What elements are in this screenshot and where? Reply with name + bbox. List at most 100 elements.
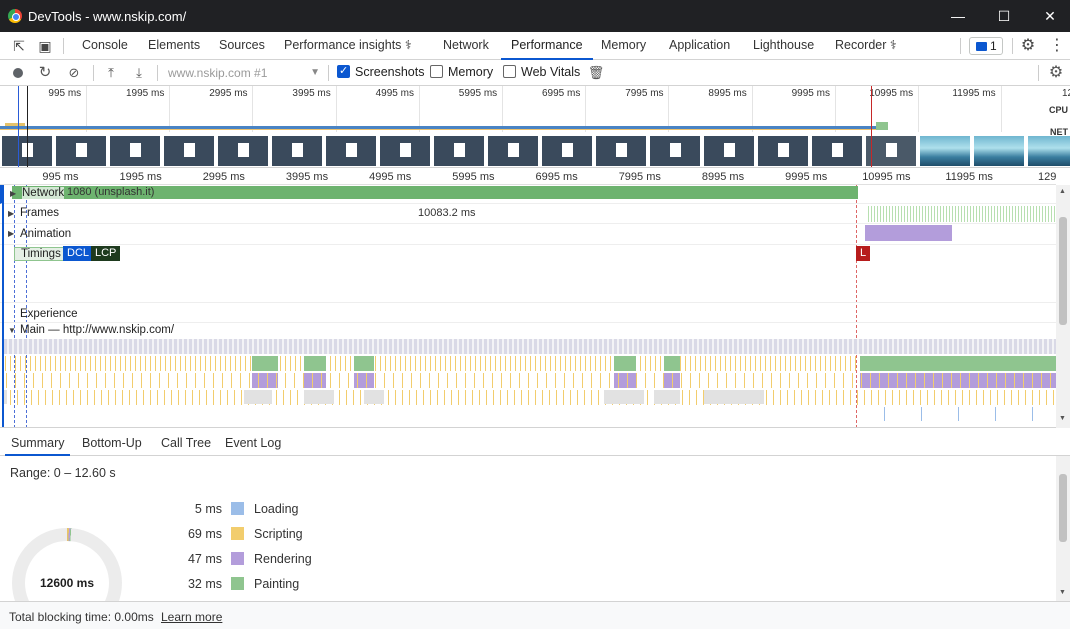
flame-slice[interactable] (415, 356, 416, 371)
flame-slice[interactable] (762, 373, 763, 388)
summary-scroll-thumb[interactable] (1059, 474, 1067, 542)
flame-slice[interactable] (339, 390, 340, 405)
flame-slice[interactable] (892, 390, 893, 405)
flame-slice[interactable] (849, 339, 852, 354)
flame-slice[interactable] (205, 356, 206, 371)
flame-slice[interactable] (780, 390, 781, 405)
timings-track[interactable]: Timings (0, 245, 1056, 303)
flame-slice[interactable] (295, 356, 296, 371)
flame-slice[interactable] (885, 390, 886, 405)
flame-slice[interactable] (389, 339, 392, 354)
flame-slice[interactable] (122, 390, 123, 405)
flame-slice[interactable] (556, 390, 557, 405)
flame-slice[interactable] (474, 373, 475, 388)
flame-slice[interactable] (119, 339, 122, 354)
flame-slice[interactable] (954, 339, 957, 354)
flame-slice[interactable] (409, 390, 410, 405)
flame-slice[interactable] (252, 373, 278, 388)
flame-slice[interactable] (627, 373, 628, 388)
flame-slice[interactable] (789, 373, 790, 388)
flame-slice[interactable] (599, 339, 602, 354)
flame-slice[interactable] (564, 339, 567, 354)
tracks-scrollbar[interactable]: ▲ ▼ (1056, 185, 1070, 428)
flame-slice[interactable] (850, 390, 851, 405)
flame-slice[interactable] (569, 339, 572, 354)
tab-sources[interactable]: Sources (219, 32, 265, 59)
flame-slice[interactable] (240, 356, 241, 371)
garbage-collect-icon[interactable]: 🗑 (587, 64, 605, 82)
flame-slice[interactable] (987, 373, 988, 388)
flame-slice[interactable] (958, 407, 959, 421)
flame-slice[interactable] (170, 356, 171, 371)
flame-slice[interactable] (810, 356, 811, 371)
flame-slice[interactable] (375, 373, 376, 388)
flame-slice[interactable] (213, 373, 214, 388)
flame-slice[interactable] (1005, 373, 1006, 388)
flame-slice[interactable] (690, 373, 691, 388)
flame-slice[interactable] (388, 390, 389, 405)
flame-slice[interactable] (729, 339, 732, 354)
flame-slice[interactable] (1011, 390, 1012, 405)
flame-slice[interactable] (220, 390, 221, 405)
flame-slice[interactable] (55, 356, 56, 371)
flame-slice[interactable] (50, 356, 51, 371)
flame-slice[interactable] (1039, 339, 1042, 354)
flame-slice[interactable] (500, 390, 501, 405)
download-profile-icon[interactable]: ⤓ (130, 64, 148, 82)
flame-slice[interactable] (769, 339, 772, 354)
flame-slice[interactable] (297, 390, 298, 405)
flame-slice[interactable] (490, 356, 491, 371)
flame-slice[interactable] (250, 356, 251, 371)
flame-slice[interactable] (836, 390, 837, 405)
flame-slice[interactable] (40, 356, 41, 371)
flame-slice[interactable] (24, 390, 25, 405)
flame-slice[interactable] (604, 339, 607, 354)
flame-slice[interactable] (681, 373, 682, 388)
flame-slice[interactable] (570, 356, 571, 371)
flame-slice[interactable] (682, 390, 683, 405)
flame-slice[interactable] (339, 373, 340, 388)
flame-slice[interactable] (469, 339, 472, 354)
flame-slice[interactable] (680, 356, 681, 371)
tab-call-tree[interactable]: Call Tree (161, 436, 211, 450)
flame-slice[interactable] (685, 356, 686, 371)
flame-slice[interactable] (335, 356, 336, 371)
flame-slice[interactable] (995, 407, 996, 421)
flame-slice[interactable] (829, 390, 830, 405)
flame-slice[interactable] (609, 373, 610, 388)
tab-performance-insights[interactable]: Performance insights ⚕ (284, 32, 412, 59)
flame-slice[interactable] (539, 339, 542, 354)
close-icon[interactable]: ✕ (1027, 0, 1070, 32)
flame-slice[interactable] (544, 339, 547, 354)
clear-icon[interactable]: ⊘ (65, 64, 83, 82)
flame-slice[interactable] (948, 390, 949, 405)
flame-slice[interactable] (969, 390, 970, 405)
flame-slice[interactable] (189, 339, 192, 354)
flame-slice[interactable] (504, 339, 507, 354)
flame-slice[interactable] (79, 339, 82, 354)
flame-slice[interactable] (344, 339, 347, 354)
flame-slice[interactable] (430, 356, 431, 371)
flame-slice[interactable] (799, 339, 802, 354)
flame-slice[interactable] (717, 373, 718, 388)
flame-slice[interactable] (800, 356, 801, 371)
flame-slice[interactable] (1029, 339, 1032, 354)
flame-slice[interactable] (15, 356, 16, 371)
flame-slice[interactable] (600, 356, 601, 371)
flame-slice[interactable] (486, 390, 487, 405)
flame-slice[interactable] (549, 339, 552, 354)
flame-slice[interactable] (339, 339, 342, 354)
flame-slice[interactable] (105, 373, 106, 388)
flame-slice[interactable] (324, 339, 327, 354)
flame-slice[interactable] (726, 373, 727, 388)
flame-slice[interactable] (484, 339, 487, 354)
flame-slice[interactable] (860, 356, 1056, 371)
flame-slice[interactable] (480, 356, 481, 371)
flame-slice[interactable] (289, 339, 292, 354)
flame-slice[interactable] (123, 373, 124, 388)
flame-slice[interactable] (195, 356, 196, 371)
flame-slice[interactable] (94, 339, 97, 354)
flame-slice[interactable] (614, 373, 636, 388)
flame-slice[interactable] (770, 356, 771, 371)
flame-slice[interactable] (894, 339, 897, 354)
